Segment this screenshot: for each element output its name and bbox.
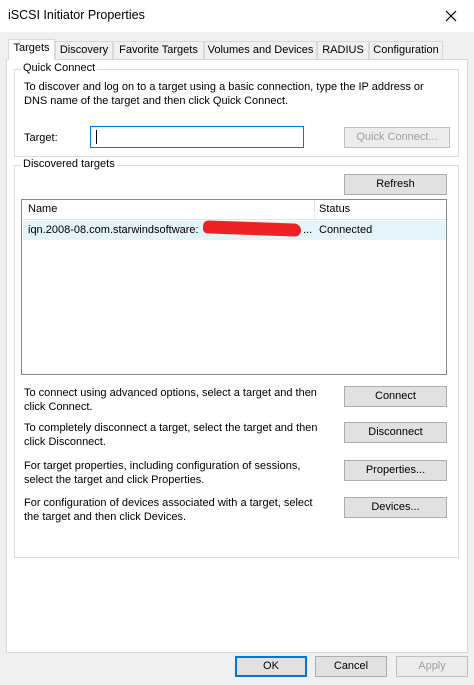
- redaction-mark: [202, 220, 302, 237]
- refresh-button[interactable]: Refresh: [344, 174, 447, 195]
- connect-description: To connect using advanced options, selec…: [24, 387, 317, 413]
- properties-button[interactable]: Properties...: [344, 460, 447, 481]
- targets-panel: Quick Connect To discover and log on to …: [6, 59, 468, 653]
- list-header: Name Status: [22, 200, 446, 220]
- devices-button[interactable]: Devices...: [344, 497, 447, 518]
- tab-configuration[interactable]: Configuration: [369, 41, 443, 59]
- tab-radius[interactable]: RADIUS: [317, 41, 369, 59]
- ok-button[interactable]: OK: [235, 656, 307, 677]
- close-button[interactable]: [428, 0, 474, 32]
- text-caret: [96, 130, 97, 144]
- close-icon: [445, 10, 457, 22]
- column-separator: [314, 200, 315, 219]
- discovered-targets-list[interactable]: Name Status iqn.2008-08.com.starwindsoft…: [21, 199, 447, 375]
- title-bar: iSCSI Initiator Properties: [0, 0, 474, 32]
- quick-connect-title: Quick Connect: [21, 62, 98, 74]
- target-label: Target:: [24, 132, 58, 144]
- cancel-button[interactable]: Cancel: [315, 656, 387, 677]
- devices-description: For configuration of devices associated …: [24, 497, 313, 523]
- column-status[interactable]: Status: [319, 203, 350, 215]
- tab-favorite-targets[interactable]: Favorite Targets: [113, 41, 204, 59]
- target-name: iqn.2008-08.com.starwindsoftware:: [28, 224, 199, 236]
- disconnect-button[interactable]: Disconnect: [344, 422, 447, 443]
- name-ellipsis: ...: [303, 224, 313, 236]
- table-row[interactable]: iqn.2008-08.com.starwindsoftware: ... Co…: [23, 220, 445, 240]
- connect-button[interactable]: Connect: [344, 386, 447, 407]
- properties-description: For target properties, including configu…: [24, 460, 301, 486]
- disconnect-description: To completely disconnect a target, selec…: [24, 422, 318, 448]
- tab-volumes-and-devices[interactable]: Volumes and Devices: [204, 41, 317, 59]
- quick-connect-description: To discover and log on to a target using…: [24, 81, 424, 107]
- dialog-footer: OK Cancel Apply: [0, 653, 474, 685]
- discovered-targets-title: Discovered targets: [21, 158, 117, 170]
- target-status: Connected: [319, 224, 373, 236]
- apply-button[interactable]: Apply: [396, 656, 468, 677]
- column-name[interactable]: Name: [28, 203, 57, 215]
- tab-targets[interactable]: Targets: [8, 39, 55, 60]
- target-input[interactable]: [90, 126, 304, 148]
- tab-discovery[interactable]: Discovery: [55, 41, 113, 59]
- quick-connect-button[interactable]: Quick Connect...: [344, 127, 450, 148]
- window-title: iSCSI Initiator Properties: [8, 8, 145, 22]
